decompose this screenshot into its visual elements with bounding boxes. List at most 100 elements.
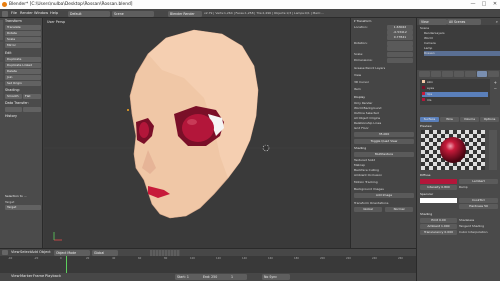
- material-slot-lips[interactable]: lips: [422, 92, 488, 97]
- shading-section-props[interactable]: Shading: [420, 212, 498, 217]
- dimensions-x-field[interactable]: [387, 58, 413, 63]
- duplicate-linked-button[interactable]: Duplicate Linked: [5, 63, 41, 68]
- scene-tab-icon[interactable]: [430, 71, 442, 77]
- edit-panel-title[interactable]: Edit: [5, 51, 12, 55]
- outliner-view-menu[interactable]: View: [419, 18, 447, 25]
- transform-orientations-section[interactable]: Transform Orientations: [354, 201, 414, 206]
- emit-field[interactable]: Emit 0.00: [420, 218, 457, 223]
- flat-button[interactable]: Flat: [23, 94, 41, 99]
- item-section[interactable]: Item: [354, 87, 414, 92]
- object-tab-icon[interactable]: [453, 71, 465, 77]
- transform-panel-title[interactable]: Transform: [5, 19, 22, 23]
- viewport-canvas[interactable]: [44, 18, 350, 248]
- grease-pencil-section[interactable]: Grease Pencil Layers: [354, 66, 414, 71]
- render-tab-icon[interactable]: [419, 71, 430, 77]
- editor-type-icon[interactable]: [2, 250, 8, 255]
- tab-wire[interactable]: Wire: [440, 117, 459, 122]
- tab-animation[interactable]: [0, 82, 3, 100]
- join-button[interactable]: Join: [5, 75, 41, 80]
- diffuse-ramp-checkbox[interactable]: Ramp: [459, 185, 498, 190]
- preview-section[interactable]: Preview: [420, 124, 498, 129]
- cubic-interpolation-checkbox[interactable]: Cubic Interpolation: [459, 230, 498, 235]
- specular-color-swatch[interactable]: [420, 198, 457, 203]
- timeline[interactable]: -40 -20 0 20 40 60 80 100 120 140 160 180 200 220 240 2…: [0, 256, 416, 273]
- menu-view[interactable]: View: [11, 249, 20, 256]
- rotation-x-field[interactable]: [387, 41, 413, 46]
- check-relationship-lines[interactable]: Relationship Lines: [354, 121, 414, 126]
- target-dropdown[interactable]: Target: [5, 205, 41, 210]
- tab-options[interactable]: Options: [480, 117, 499, 122]
- close-button[interactable]: ✕: [490, 0, 500, 9]
- modifier-tab-icon[interactable]: [465, 71, 476, 77]
- location-y-field[interactable]: -0.53412: [387, 30, 413, 35]
- outliner-item-rossan[interactable]: Rossan: [424, 51, 500, 56]
- shading-section[interactable]: Shading: [354, 146, 414, 151]
- render-engine-selector[interactable]: Blender Render: [168, 10, 202, 17]
- scene-selector[interactable]: Scene: [112, 10, 154, 17]
- check-grid-floor[interactable]: Grid Floor: [354, 126, 414, 131]
- history-panel-title[interactable]: History: [5, 114, 17, 118]
- current-frame-field[interactable]: 1: [229, 274, 247, 280]
- rotation-y-field[interactable]: [387, 46, 413, 51]
- 3d-cursor-section[interactable]: 3D Cursor: [354, 80, 414, 85]
- check-backface-culling[interactable]: Backface Culling: [354, 168, 414, 173]
- translate-button[interactable]: Translate: [5, 25, 41, 30]
- layout-selector[interactable]: Default: [68, 10, 110, 17]
- search-icon[interactable]: ⌕: [496, 19, 498, 24]
- menu-object[interactable]: Object: [39, 249, 51, 256]
- shadeless-checkbox[interactable]: Shadeless: [459, 218, 498, 223]
- sync-dropdown[interactable]: No Sync: [262, 274, 290, 280]
- location-x-field[interactable]: 1.63022: [387, 25, 413, 30]
- check-outline-selected[interactable]: Outline Selected: [354, 111, 414, 116]
- tab-tools[interactable]: [0, 20, 3, 40]
- info-editor-icon[interactable]: [2, 10, 8, 17]
- translucency-field[interactable]: Translucency 0.000: [420, 230, 457, 235]
- mirror-button[interactable]: Mirror: [5, 43, 41, 48]
- hardness-field[interactable]: Hardness 50: [459, 204, 498, 209]
- data-layers-button[interactable]: [23, 107, 41, 112]
- check-textured-solid[interactable]: Textured Solid: [354, 158, 414, 163]
- display-section[interactable]: Display: [354, 95, 414, 100]
- current-frame-marker[interactable]: [66, 256, 67, 273]
- lens-field[interactable]: 35.000: [354, 132, 414, 137]
- preview-sphere-button[interactable]: [489, 130, 497, 170]
- tangent-shading-checkbox[interactable]: Tangent Shading: [459, 224, 498, 229]
- scale-button[interactable]: Scale: [5, 37, 41, 42]
- check-only-render[interactable]: Only Render: [354, 101, 414, 106]
- normal-orientation-button[interactable]: Normal: [385, 207, 413, 212]
- menu-render[interactable]: Render: [20, 10, 33, 17]
- background-images-section[interactable]: Background Images: [354, 187, 414, 192]
- diffuse-section[interactable]: Diffuse: [420, 173, 498, 178]
- menu-select[interactable]: Select: [20, 249, 31, 256]
- material-slot-eyes[interactable]: eyes: [422, 86, 488, 91]
- check-ambient-occlusion[interactable]: Ambient Occlusion: [354, 173, 414, 178]
- duplicate-button[interactable]: Duplicate: [5, 57, 41, 62]
- tab-volume[interactable]: Volume: [460, 117, 479, 122]
- smooth-button[interactable]: Smooth: [5, 94, 22, 99]
- material-slot-iris[interactable]: iris: [422, 98, 488, 103]
- motion-tracking-section[interactable]: Motion Tracking: [354, 180, 414, 185]
- ambient-field[interactable]: Ambient 1.000: [420, 224, 457, 229]
- material-tab-icon[interactable]: [476, 71, 488, 77]
- last-operator-title[interactable]: Selection to ...: [5, 194, 27, 198]
- delete-button[interactable]: Delete: [5, 69, 41, 74]
- diffuse-color-swatch[interactable]: [420, 179, 457, 184]
- end-frame-field[interactable]: End: 250: [201, 274, 231, 280]
- specular-shader-dropdown[interactable]: CookTorr: [459, 198, 498, 203]
- material-slot-skin[interactable]: skin: [422, 80, 488, 85]
- menu-file[interactable]: File: [11, 10, 17, 17]
- menu-add[interactable]: Add: [31, 249, 38, 256]
- texture-tab-icon[interactable]: [488, 71, 500, 77]
- timeline-menu-view[interactable]: View: [11, 273, 20, 280]
- remove-slot-icon[interactable]: −: [494, 86, 497, 91]
- location-z-field[interactable]: 0.73541: [387, 35, 413, 40]
- shading-mode-dropdown[interactable]: Multitexture: [354, 152, 414, 157]
- diffuse-shader-dropdown[interactable]: Lambert: [459, 179, 498, 184]
- maximize-button[interactable]: □: [479, 0, 489, 9]
- start-frame-field[interactable]: Start: 1: [175, 274, 203, 280]
- add-slot-icon[interactable]: +: [494, 80, 497, 85]
- rotate-button[interactable]: Rotate: [5, 31, 41, 36]
- check-world-background[interactable]: World Background: [354, 106, 414, 111]
- tab-relations[interactable]: [0, 62, 3, 80]
- add-image-button[interactable]: Add Image: [354, 193, 414, 198]
